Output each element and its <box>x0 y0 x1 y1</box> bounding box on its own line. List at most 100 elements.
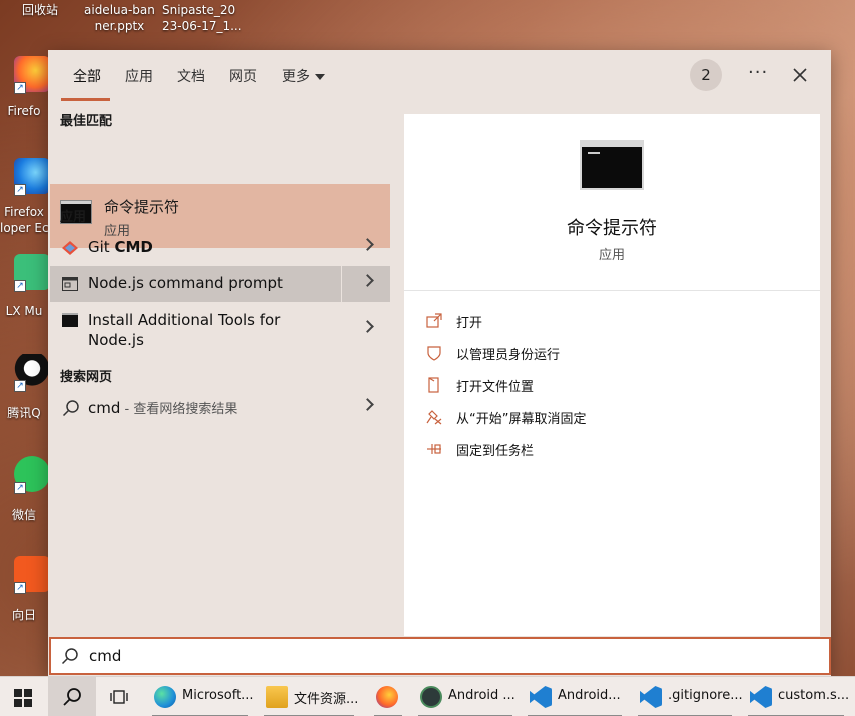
vscode-icon <box>640 686 662 708</box>
best-match-name: 命令提示符 <box>104 198 180 216</box>
desktop-caption: Firefox loper Ec <box>0 205 48 235</box>
lx-music-icon[interactable]: ↗ <box>14 254 50 292</box>
firefox-icon[interactable]: ↗ <box>14 56 50 94</box>
git-icon <box>62 241 78 255</box>
shortcut-arrow-icon: ↗ <box>14 482 26 494</box>
shortcut-arrow-icon: ↗ <box>14 380 26 392</box>
app-item-label-line1: Install Additional Tools for <box>88 311 281 329</box>
chevron-right-icon[interactable] <box>361 274 374 287</box>
preview-divider <box>404 290 820 291</box>
edge-icon <box>154 686 176 708</box>
desktop-caption: 腾讯Q <box>7 406 41 420</box>
chevron-right-icon[interactable] <box>361 320 374 333</box>
preview-pane: 命令提示符 应用 打开 以管理员身份运行 打开文件位置 从“开始”屏幕取消固定 … <box>404 114 820 636</box>
app-item-nodejs-prompt[interactable]: Node.js command prompt <box>50 266 390 302</box>
close-icon[interactable] <box>789 64 811 86</box>
taskbar-app-label: Microsoft... <box>182 688 254 703</box>
android-studio-icon <box>420 686 442 708</box>
web-search-query: cmd <box>88 399 121 417</box>
action-label: 固定到任务栏 <box>456 444 535 459</box>
unpin-icon <box>426 410 442 425</box>
app-item-git-cmd[interactable]: Git CMD <box>50 230 390 266</box>
tab-more[interactable]: 更多 <box>282 66 325 86</box>
tab-documents[interactable]: 文档 <box>177 66 205 86</box>
shortcut-arrow-icon: ↗ <box>14 184 26 196</box>
sunlogin-icon[interactable]: ↗ <box>14 556 50 594</box>
desktop-caption: LX Mu <box>5 304 43 318</box>
tab-web[interactable]: 网页 <box>229 66 257 86</box>
file-explorer-icon <box>266 686 288 708</box>
search-panel: 全部 应用 文档 网页 更多 2 ··· 最佳匹配 命令提示符 应用 应用 Gi… <box>48 50 831 676</box>
app-item-label-line2: Node.js <box>88 331 144 349</box>
vscode-icon <box>750 686 772 708</box>
desktop-caption: 向日 <box>11 608 36 622</box>
search-icon <box>62 400 79 417</box>
app-item-install-tools[interactable]: Install Additional Tools for Node.js <box>50 302 390 354</box>
preview-subtitle: 应用 <box>598 248 625 263</box>
chevron-down-icon <box>315 74 325 80</box>
shortcut-arrow-icon: ↗ <box>14 82 26 94</box>
taskbar-app-label: Android ... <box>448 688 515 703</box>
section-web-title: 搜索网页 <box>60 370 113 385</box>
open-icon <box>426 313 442 328</box>
row-divider <box>341 266 342 302</box>
taskbar-app-label: 文件资源... <box>294 692 359 707</box>
search-taskbar-button[interactable] <box>48 677 96 716</box>
chevron-right-icon[interactable] <box>361 398 374 411</box>
shield-admin-icon <box>427 346 441 361</box>
preview-title: 命令提示符 <box>567 218 657 239</box>
desktop-label-pptx[interactable]: aidelua-ban ner.pptx <box>84 2 155 34</box>
file-location-icon <box>428 377 439 393</box>
taskbar-app-vscode-custom[interactable]: custom.s... <box>742 677 850 716</box>
action-label: 打开文件位置 <box>456 380 535 395</box>
taskbar-app-vscode-android[interactable]: Android... <box>522 677 628 716</box>
taskbar-app-label: custom.s... <box>778 688 850 703</box>
taskbar-app-file-explorer[interactable]: 文件资源... <box>258 677 360 716</box>
firefox-icon <box>376 686 398 708</box>
firefox-developer-icon[interactable]: ↗ <box>14 158 50 196</box>
search-icon <box>61 648 78 665</box>
chevron-right-icon[interactable] <box>361 238 374 251</box>
git-prefix: Git <box>88 238 115 256</box>
pin-taskbar-icon <box>427 444 441 454</box>
tab-apps[interactable]: 应用 <box>125 66 153 86</box>
taskbar-app-label: Android... <box>558 688 621 703</box>
windows-start-icon[interactable] <box>14 689 32 707</box>
qq-icon[interactable]: ↗ <box>14 354 50 392</box>
desktop-label-recycle-bin[interactable]: 回收站 <box>22 2 58 18</box>
results-list: 最佳匹配 命令提示符 应用 应用 Git CMD Node.js command… <box>48 100 392 636</box>
search-icon <box>63 688 81 706</box>
filter-tabs: 全部 应用 文档 网页 更多 2 ··· <box>48 50 831 101</box>
taskbar-app-android-studio[interactable]: Android ... <box>412 677 518 716</box>
taskbar: Microsoft... 文件资源... Android ... Android… <box>0 676 855 716</box>
search-box[interactable]: cmd <box>49 637 831 675</box>
shortcut-arrow-icon: ↗ <box>14 582 26 594</box>
wechat-icon[interactable]: ↗ <box>14 456 50 494</box>
app-item-label: Git CMD <box>88 238 153 256</box>
git-bold-text: CMD <box>114 238 153 256</box>
search-input[interactable]: cmd <box>89 647 121 665</box>
tab-more-label: 更多 <box>282 69 310 85</box>
taskbar-app-edge[interactable]: Microsoft... <box>146 677 254 716</box>
web-search-label: cmd - 查看网络搜索结果 <box>88 398 237 417</box>
rewards-badge[interactable]: 2 <box>690 59 722 91</box>
app-item-label: Node.js command prompt <box>88 274 283 292</box>
taskbar-app-vscode-gitignore[interactable]: .gitignore... <box>632 677 743 716</box>
section-apps-title: 应用 <box>60 210 87 225</box>
shortcut-arrow-icon: ↗ <box>14 280 26 292</box>
action-label: 打开 <box>456 316 483 331</box>
command-prompt-large-icon <box>580 140 644 190</box>
node-console-icon <box>62 277 78 291</box>
terminal-icon <box>62 313 78 327</box>
desktop-label-snipaste[interactable]: Snipaste_20 23-06-17_1... <box>162 2 242 34</box>
desktop-caption: Firefo <box>7 104 41 118</box>
taskbar-app-firefox[interactable] <box>368 677 408 716</box>
web-search-item[interactable]: cmd - 查看网络搜索结果 <box>50 390 390 426</box>
more-options-button[interactable]: ··· <box>748 62 768 83</box>
action-label: 从“开始”屏幕取消固定 <box>456 412 587 427</box>
tab-all[interactable]: 全部 <box>73 66 101 86</box>
action-label: 以管理员身份运行 <box>456 348 561 363</box>
web-search-hint: - 查看网络搜索结果 <box>120 402 238 417</box>
app-item-label: Install Additional Tools for Node.js <box>88 310 280 350</box>
task-view-icon[interactable] <box>110 689 128 705</box>
